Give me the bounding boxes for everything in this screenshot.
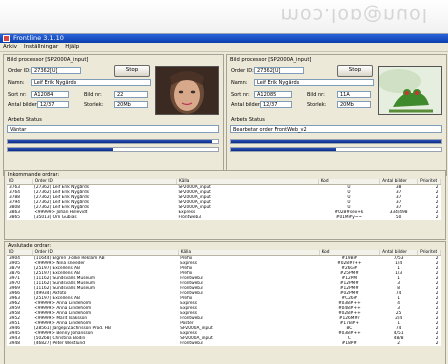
cell-priority: 2 (435, 341, 439, 346)
progress-fill-2 (8, 148, 113, 151)
app-icon (3, 35, 10, 42)
app-window: Frontline 3.1.10 Arkiv Inställningar Hjä… (0, 33, 448, 364)
image-processor-panel-2: Bild processor [SP2000A_input] Order ID:… (226, 54, 447, 176)
incoming-orders-group: Inkommande ordrar: ID Order ID Källa Kod Ant… (4, 170, 446, 240)
antal-bilder-label: Antal bilder: (8, 102, 39, 108)
order-id-label: Order ID: (231, 68, 254, 74)
bild-nr-field[interactable]: 22 (114, 91, 148, 98)
order-id-field[interactable]: 27362[U] (254, 67, 304, 74)
cell-id: 3865 (9, 215, 20, 220)
finished-orders-title: Avslutade ordrar: (8, 243, 52, 249)
table-row[interactable]: 3948 [46827] Peter Westlund Frontweb3 #18P#… (7, 341, 441, 346)
storlek-label: Storlek: (307, 102, 327, 108)
progress-fill-2 (231, 148, 336, 151)
title-bar[interactable]: Frontline 3.1.10 (0, 34, 448, 43)
panel-title: Bild processor [SP2000A_input] (230, 57, 312, 63)
stop-button[interactable]: Stop (337, 65, 373, 77)
name-label: Namn: (231, 80, 248, 86)
order-id-label: Order ID: (8, 68, 31, 74)
finished-orders-table: ID Order ID Källa Kod Antal bilder Prioritet 3… (7, 250, 441, 346)
menu-arkiv[interactable]: Arkiv (3, 43, 17, 51)
progress-fill-1 (231, 140, 441, 143)
portrait-photo (155, 66, 219, 115)
cell-code: #18P# (341, 341, 357, 346)
progress-bar-1 (230, 139, 442, 144)
sort-nr-label: Sort nr: (231, 92, 250, 98)
bild-nr-field[interactable]: 11A (337, 91, 371, 98)
work-status-field: Bearbetar order FrontWeb_v2 (230, 125, 442, 133)
antal-bilder-field[interactable]: 12/37 (260, 101, 292, 108)
cell-source: Frontweb3 (178, 215, 201, 220)
progress-bar-2 (230, 147, 442, 152)
antal-bilder-label: Antal bilder: (231, 102, 262, 108)
frog-photo (378, 66, 442, 115)
name-label: Namn: (8, 80, 25, 86)
cell-order-id: [35013] Örn Gubias (34, 215, 77, 220)
menu-hjalp[interactable]: Hjälp (65, 43, 79, 51)
work-status-label: Arbets Status (231, 117, 265, 123)
column-header-priority[interactable]: Prioritet (417, 250, 441, 256)
bild-nr-label: Bild nr: (307, 92, 325, 98)
finished-orders-group: Avslutade ordrar: ID Order ID Källa Kod Anta… (4, 241, 446, 364)
name-field[interactable]: Leif Erik Nygårds (254, 79, 374, 86)
stop-button[interactable]: Stop (114, 65, 150, 77)
antal-bilder-field[interactable]: 12/37 (37, 101, 69, 108)
reflection-text: moɔ.loɒ@nuol (280, 4, 428, 26)
window-title: Frontline 3.1.10 (13, 34, 64, 42)
cell-id: 3948 (9, 341, 20, 346)
progress-bar-2 (7, 147, 219, 152)
sort-nr-field[interactable]: A12084 (31, 91, 69, 98)
column-header-priority[interactable]: Prioritet (417, 179, 441, 185)
sort-nr-label: Sort nr: (8, 92, 27, 98)
storlek-field[interactable]: 20Mb (337, 101, 371, 108)
top-reflection-area: moɔ.loɒ@nuol (0, 0, 448, 33)
table-row[interactable]: 3865 [35013] Örn Gubias Frontweb3 #01M#y~~ 5… (7, 215, 441, 220)
work-status-field: Väntar (7, 125, 219, 133)
progress-fill-1 (8, 140, 212, 143)
storlek-label: Storlek: (84, 102, 104, 108)
cell-priority: 2 (435, 215, 439, 220)
cell-image-count: 50 (395, 215, 402, 220)
sort-nr-field[interactable]: A12085 (254, 91, 292, 98)
name-field[interactable]: Leif Erik Nygårds (31, 79, 151, 86)
cell-order-id: [46827] Peter Westlund (34, 341, 85, 346)
order-id-field[interactable]: 27362[U] (31, 67, 81, 74)
menu-installningar[interactable]: Inställningar (24, 43, 58, 51)
cell-source: Frontweb3 (180, 341, 203, 346)
incoming-orders-table: ID Order ID Källa Kod Antal bilder Prioritet 3… (7, 179, 441, 220)
cell-image-count: 2 (397, 341, 400, 346)
storlek-field[interactable]: 20Mb (114, 101, 148, 108)
menu-bar: Arkiv Inställningar Hjälp (0, 43, 448, 52)
incoming-orders-title: Inkommande ordrar: (8, 172, 60, 178)
progress-bar-1 (7, 139, 219, 144)
image-processor-panel-1: Bild processor [SP2000A_input] Order ID:… (3, 54, 224, 176)
work-status-label: Arbets Status (8, 117, 42, 123)
cell-code: #01M#y~~ (335, 215, 362, 220)
bild-nr-label: Bild nr: (84, 92, 102, 98)
panel-title: Bild processor [SP2000A_input] (7, 57, 89, 63)
